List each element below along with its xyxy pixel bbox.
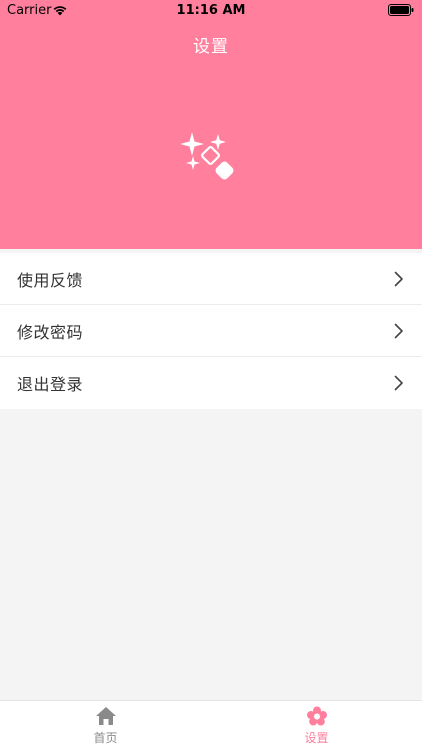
menu-item-logout[interactable]: 退出登录 <box>0 357 422 409</box>
status-time: 11:16 AM <box>176 3 246 18</box>
menu-item-change-password[interactable]: 修改密码 <box>0 305 422 357</box>
flower-icon <box>306 706 327 725</box>
sparkle-icon <box>180 132 234 180</box>
page-title: 设置 <box>193 37 229 57</box>
tab-bar: 首页 设置 <box>0 700 422 750</box>
tab-settings[interactable]: 设置 <box>211 701 422 750</box>
chevron-right-icon <box>394 323 403 338</box>
tab-home[interactable]: 首页 <box>0 701 211 750</box>
home-icon <box>95 706 116 725</box>
menu-item-feedback[interactable]: 使用反馈 <box>0 253 422 305</box>
battery-icon <box>388 4 414 16</box>
chevron-right-icon <box>394 271 403 286</box>
chevron-right-icon <box>394 375 403 391</box>
menu-item-label: 退出登录 <box>17 375 84 394</box>
menu-item-label: 使用反馈 <box>17 270 84 290</box>
settings-menu: 使用反馈 修改密码 退出登录 <box>0 253 422 409</box>
settings-screen: Carrier 11:16 AM 设置 使用反馈 修改密码 退出登录 首页 设置 <box>0 0 422 750</box>
header-banner: Carrier 11:16 AM 设置 <box>0 0 422 249</box>
tab-label: 设置 <box>304 730 329 745</box>
status-bar: Carrier 11:16 AM <box>0 0 422 22</box>
tab-label: 首页 <box>93 730 118 745</box>
menu-item-label: 修改密码 <box>17 322 84 342</box>
